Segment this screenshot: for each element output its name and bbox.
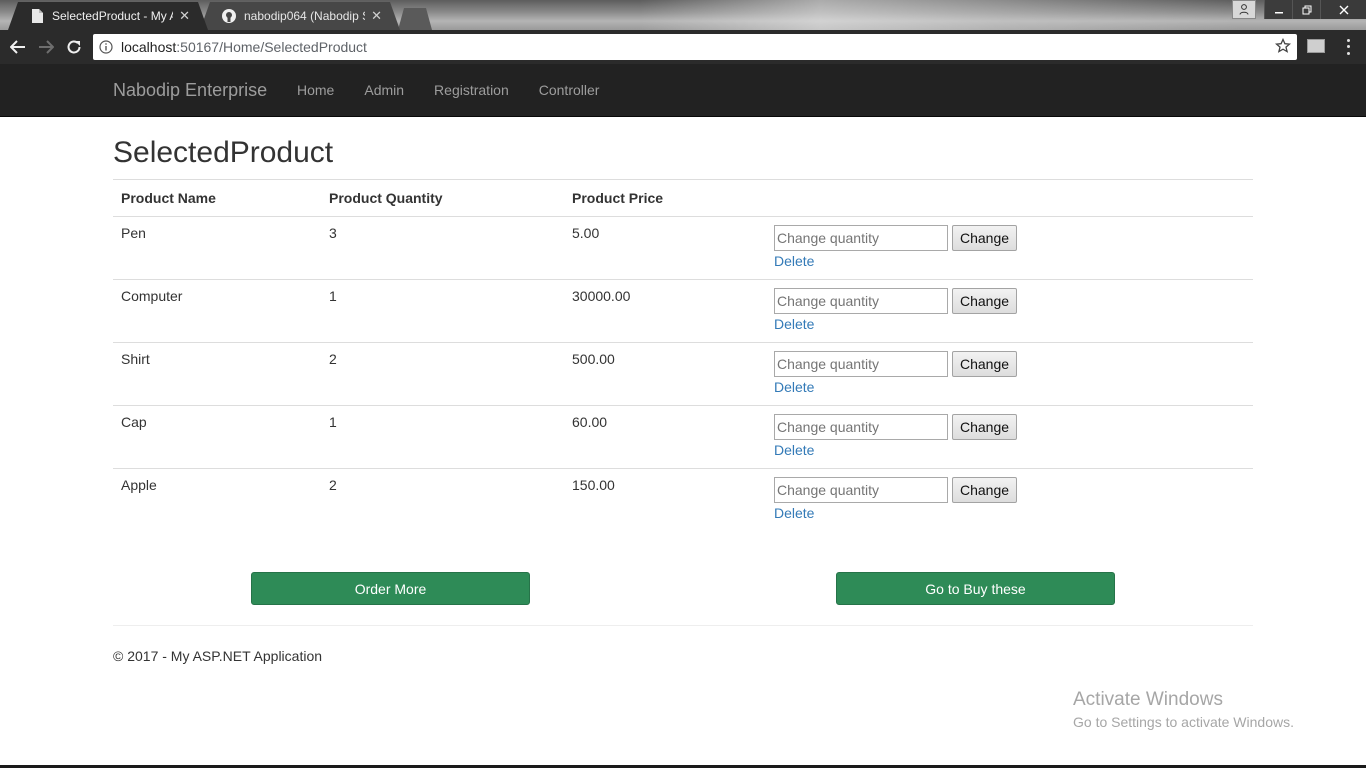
- change-button[interactable]: Change: [952, 477, 1018, 503]
- tab-selectedproduct[interactable]: SelectedProduct - My AS ✕: [8, 2, 208, 30]
- product-quantity: 2: [321, 342, 564, 406]
- table-row: Pen 3 5.00 Change Delete: [113, 216, 1253, 280]
- delete-link[interactable]: Delete: [774, 379, 814, 395]
- theme-background: [640, 0, 1240, 30]
- browser-toolbar: localhost:50167/Home/SelectedProduct: [0, 30, 1366, 64]
- site-navbar: Nabodip Enterprise Home Admin Registrati…: [0, 64, 1366, 117]
- product-price: 150.00: [564, 468, 766, 532]
- table-row: Shirt 2 500.00 Change Delete: [113, 342, 1253, 406]
- bookmark-star-icon[interactable]: [1274, 37, 1292, 57]
- minimize-icon[interactable]: [1264, 0, 1292, 19]
- table-row: Computer 1 30000.00 Change Delete: [113, 279, 1253, 343]
- go-to-buy-button[interactable]: Go to Buy these: [836, 572, 1115, 605]
- row-actions: Change Delete: [766, 216, 1253, 280]
- watermark-subtitle: Go to Settings to activate Windows.: [1073, 714, 1294, 730]
- table-row: Apple 2 150.00 Change Delete: [113, 468, 1253, 532]
- browser-tabstrip: SelectedProduct - My AS ✕ nabodip064 (Na…: [0, 0, 1366, 30]
- change-quantity-input[interactable]: [774, 225, 948, 251]
- tab-title: nabodip064 (Nabodip Su: [244, 9, 366, 23]
- nav-link-registration[interactable]: Registration: [434, 64, 509, 117]
- quantity-form: Change: [774, 414, 1245, 440]
- product-price: 30000.00: [564, 279, 766, 343]
- nav-links: Home Admin Registration Controller: [297, 64, 629, 117]
- change-button[interactable]: Change: [952, 351, 1018, 377]
- url-text: localhost:50167/Home/SelectedProduct: [121, 39, 367, 55]
- row-actions: Change Delete: [766, 279, 1253, 343]
- product-name: Shirt: [113, 342, 321, 406]
- watermark-title: Activate Windows: [1073, 689, 1223, 710]
- url-path: :50167/Home/SelectedProduct: [176, 39, 367, 55]
- product-price: 60.00: [564, 405, 766, 469]
- change-quantity-input[interactable]: [774, 477, 948, 503]
- change-button[interactable]: Change: [952, 288, 1018, 314]
- close-window-icon[interactable]: [1320, 0, 1366, 19]
- quantity-form: Change: [774, 351, 1245, 377]
- nav-link-admin[interactable]: Admin: [364, 64, 404, 117]
- page-title: SelectedProduct: [113, 136, 334, 169]
- brand-link[interactable]: Nabodip Enterprise: [113, 80, 267, 101]
- nav-link-home[interactable]: Home: [297, 64, 334, 117]
- change-button[interactable]: Change: [952, 414, 1018, 440]
- browser-menu-icon[interactable]: [1342, 37, 1354, 57]
- tab-title: SelectedProduct - My AS: [52, 9, 174, 23]
- selected-products-table: Product Name Product Quantity Product Pr…: [113, 179, 1253, 532]
- new-tab-button[interactable]: [398, 8, 432, 30]
- close-icon[interactable]: ✕: [179, 8, 190, 24]
- order-more-button[interactable]: Order More: [251, 572, 530, 605]
- delete-link[interactable]: Delete: [774, 505, 814, 521]
- address-bar[interactable]: localhost:50167/Home/SelectedProduct: [93, 34, 1297, 60]
- row-actions: Change Delete: [766, 468, 1253, 532]
- header-actions: [766, 179, 1253, 217]
- change-quantity-input[interactable]: [774, 414, 948, 440]
- reload-icon[interactable]: [60, 33, 88, 61]
- quantity-form: Change: [774, 288, 1245, 314]
- footer-divider: [113, 625, 1253, 626]
- product-quantity: 1: [321, 279, 564, 343]
- product-price: 500.00: [564, 342, 766, 406]
- footer-copyright: © 2017 - My ASP.NET Application: [113, 648, 323, 664]
- window-controls: [1232, 0, 1366, 20]
- forward-arrow-icon[interactable]: [32, 33, 60, 61]
- product-quantity: 2: [321, 468, 564, 532]
- change-quantity-input[interactable]: [774, 351, 948, 377]
- quantity-form: Change: [774, 225, 1245, 251]
- change-button[interactable]: Change: [952, 225, 1018, 251]
- header-product-price: Product Price: [564, 179, 766, 217]
- product-quantity: 1: [321, 405, 564, 469]
- user-profile-icon[interactable]: [1232, 0, 1256, 19]
- url-host: localhost: [121, 39, 177, 55]
- product-name: Cap: [113, 405, 321, 469]
- product-quantity: 3: [321, 216, 564, 280]
- back-arrow-icon[interactable]: [4, 33, 32, 61]
- close-icon[interactable]: ✕: [371, 8, 382, 24]
- product-price: 5.00: [564, 216, 766, 280]
- github-icon: [222, 9, 236, 23]
- product-name: Pen: [113, 216, 321, 280]
- product-name: Computer: [113, 279, 321, 343]
- delete-link[interactable]: Delete: [774, 253, 814, 269]
- row-actions: Change Delete: [766, 405, 1253, 469]
- delete-link[interactable]: Delete: [774, 316, 814, 332]
- row-actions: Change Delete: [766, 342, 1253, 406]
- restore-icon[interactable]: [1292, 0, 1320, 19]
- extension-icon[interactable]: [1307, 39, 1325, 53]
- table-header-row: Product Name Product Quantity Product Pr…: [113, 179, 1253, 217]
- header-product-name: Product Name: [113, 179, 321, 217]
- page-icon: [30, 9, 44, 23]
- change-quantity-input[interactable]: [774, 288, 948, 314]
- quantity-form: Change: [774, 477, 1245, 503]
- delete-link[interactable]: Delete: [774, 442, 814, 458]
- activation-watermark: Activate Windows Go to Settings to activ…: [1073, 689, 1294, 730]
- info-icon[interactable]: [99, 40, 113, 54]
- tab-github[interactable]: nabodip064 (Nabodip Su ✕: [200, 2, 400, 30]
- nav-link-controller[interactable]: Controller: [539, 64, 600, 117]
- product-name: Apple: [113, 468, 321, 532]
- table-row: Cap 1 60.00 Change Delete: [113, 405, 1253, 469]
- header-product-quantity: Product Quantity: [321, 179, 564, 217]
